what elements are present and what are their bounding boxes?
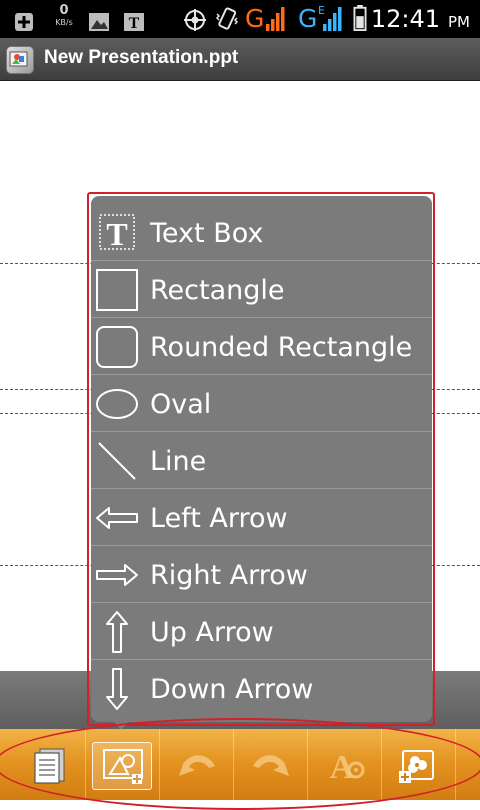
document-title: New Presentation.ppt <box>44 47 239 68</box>
insert-image-button[interactable] <box>382 729 456 800</box>
undo-button[interactable] <box>160 729 234 800</box>
undo-icon <box>178 754 215 776</box>
redo-icon <box>252 754 289 776</box>
gps-icon <box>184 9 206 31</box>
data-speed-unit: KB/s <box>55 18 73 27</box>
slides-icon <box>33 748 64 784</box>
svg-text:T: T <box>129 15 140 32</box>
text-format-icon: A <box>329 749 364 786</box>
signal-icon <box>266 7 285 31</box>
menu-highlight-outline <box>87 192 435 726</box>
network-type-2: G <box>298 4 318 33</box>
text-format-button[interactable]: A <box>308 729 382 800</box>
signal-icon <box>323 7 342 31</box>
text-icon: T <box>124 13 144 32</box>
add-icon <box>15 13 33 31</box>
data-speed-indicator: 0 KB/s <box>50 4 78 28</box>
status-bar: 0 KB/s T G G E 12:41 PM <box>0 0 480 38</box>
battery-icon <box>353 5 367 31</box>
insert-image-icon <box>398 749 434 783</box>
clock-ampm: PM <box>448 13 470 31</box>
vibrate-icon <box>215 7 239 30</box>
bottom-toolbar: A <box>0 729 480 800</box>
data-speed-value: 0 <box>59 3 69 18</box>
redo-button[interactable] <box>234 729 308 800</box>
slides-button[interactable] <box>12 729 86 800</box>
title-bar: New Presentation.ppt <box>0 38 480 81</box>
presentation-app-icon <box>6 46 34 74</box>
active-tool-highlight <box>92 742 152 790</box>
network-type-1: G <box>245 4 265 33</box>
clock-time: 12:41 <box>370 5 440 33</box>
image-icon <box>89 13 109 31</box>
